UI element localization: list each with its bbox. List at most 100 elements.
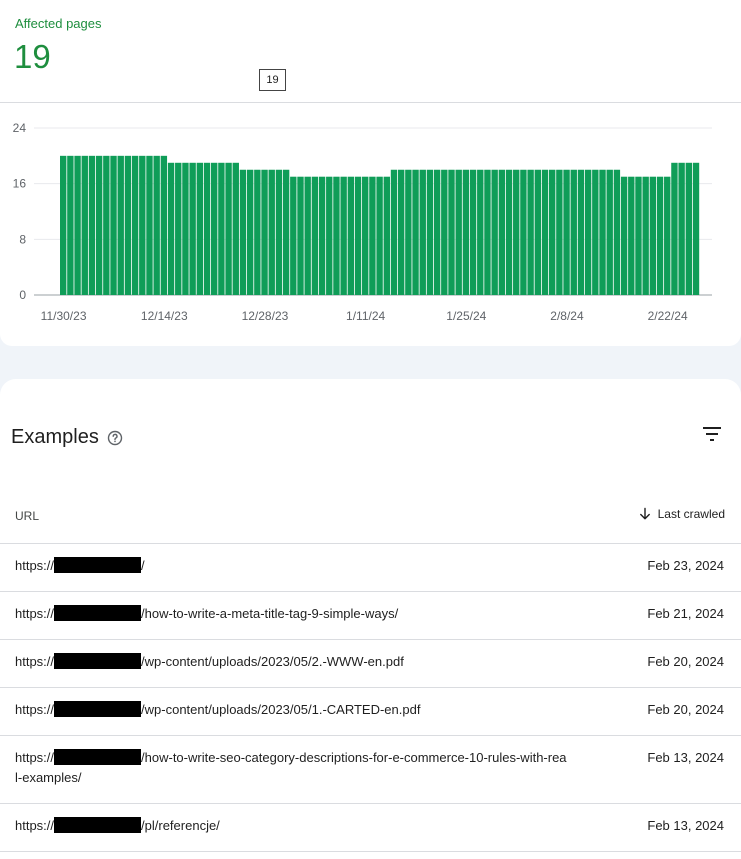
chart-bar[interactable] [685,162,693,295]
chart-bar[interactable] [541,169,549,295]
chart-bar[interactable] [211,162,218,295]
chart-bar[interactable] [664,176,671,295]
table-row[interactable]: https:// /pl/referencje/Feb 13, 2024 [0,804,741,852]
chart-bar[interactable] [426,169,434,295]
chart-bar[interactable] [441,169,448,295]
chart-bar[interactable] [678,162,685,295]
chart-bar[interactable] [635,176,642,295]
chart-bar[interactable] [290,176,297,295]
chart-bar[interactable] [455,169,462,295]
chart-bar[interactable] [218,162,225,295]
chart-bar[interactable] [548,169,556,295]
chart-bar[interactable] [153,155,160,295]
table-row[interactable]: https:// /how-to-write-a-meta-title-tag-9… [0,592,741,640]
chart-bar[interactable] [362,176,369,295]
chart-bar[interactable] [419,169,426,295]
chart-bar[interactable] [390,169,398,295]
chart-bar[interactable] [74,155,81,295]
chart-bar[interactable] [340,176,347,295]
chart-bar[interactable] [124,155,132,295]
chart-bar[interactable] [692,162,700,295]
chart-bar[interactable] [369,176,376,295]
chart-bar[interactable] [139,155,146,295]
chart-bar[interactable] [405,169,412,295]
chart-bar[interactable] [167,162,175,295]
chart-bar[interactable] [462,169,470,295]
chart-bar[interactable] [620,176,628,295]
chart-bar[interactable] [67,155,74,295]
chart-bar[interactable] [376,176,383,295]
table-row[interactable]: https:// / Feb 23, 2024 [0,544,741,592]
table-row[interactable]: https:// /how-to-write-seo-category-descr… [0,736,741,804]
chart-bar[interactable] [397,169,405,295]
chart-bar[interactable] [484,169,491,295]
chart-bar[interactable] [498,169,506,295]
chart-bar[interactable] [383,176,390,295]
chart-bar[interactable] [297,176,304,295]
chart-bar[interactable] [534,169,541,295]
chart-bar[interactable] [354,176,362,295]
chart-bar[interactable] [239,169,247,295]
chart-bar[interactable] [117,155,124,295]
chart-bar[interactable] [254,169,261,295]
chart-bar[interactable] [613,169,621,295]
x-tick-label: 2/22/24 [648,309,688,323]
url-path-continued: l-examples/ [15,770,82,785]
chart-bar[interactable] [275,169,283,295]
chart-bar[interactable] [527,169,534,295]
help-circle-icon[interactable] [107,430,123,446]
chart-bar[interactable] [412,169,419,295]
chart-bar[interactable] [232,162,239,295]
chart-bar[interactable] [570,169,577,295]
chart-bar[interactable] [433,169,441,295]
chart-bar[interactable] [469,169,477,295]
chart-bar[interactable] [282,169,290,295]
chart-bar[interactable] [268,169,275,295]
chart-bar[interactable] [584,169,592,295]
chart-bar[interactable] [196,162,204,295]
chart-bar[interactable] [577,169,585,295]
chart-bar[interactable] [318,176,326,295]
chart-bar[interactable] [225,162,232,295]
chart-bar[interactable] [347,176,355,295]
table-row[interactable]: https:// /wp-content/uploads/2023/05/1.-C… [0,688,741,736]
chart-bar[interactable] [606,169,613,295]
chart-bar[interactable] [311,176,319,295]
chart-bar[interactable] [160,155,168,295]
chart-bar[interactable] [95,155,103,295]
chart-bar[interactable] [146,155,153,295]
chart-bar[interactable] [656,176,664,295]
chart-bar[interactable] [592,169,599,295]
table-row[interactable]: https:// /wp-content/uploads/2023/05/2.-W… [0,640,741,688]
chart-bar[interactable] [563,169,570,295]
chart-bar[interactable] [448,169,455,295]
chart-bar[interactable] [326,176,333,295]
chart-bar[interactable] [642,176,649,295]
chart-bar[interactable] [513,169,520,295]
chart-bar[interactable] [333,176,340,295]
chart-bar[interactable] [88,155,96,295]
chart-bar[interactable] [599,169,606,295]
chart-bar[interactable] [110,155,117,295]
chart-bar[interactable] [556,169,563,295]
chart-bar[interactable] [628,176,635,295]
chart-bar[interactable] [649,176,657,295]
chart-bar[interactable] [304,176,311,295]
chart-bar[interactable] [491,169,498,295]
chart-bar[interactable] [131,155,139,295]
chart-bar[interactable] [189,162,196,295]
chart-bar[interactable] [671,162,678,295]
chart-bar[interactable] [477,169,484,295]
chart-bar[interactable] [261,169,268,295]
chart-bar[interactable] [505,169,513,295]
column-header-last-crawled[interactable]: Last crawled [638,507,725,521]
filter-icon[interactable] [700,422,724,446]
chart-bar[interactable] [203,162,211,295]
chart-bar[interactable] [60,155,67,295]
chart-bar[interactable] [175,162,182,295]
chart-bar[interactable] [246,169,254,295]
chart-bar[interactable] [182,162,189,295]
chart-bar[interactable] [520,169,527,295]
chart-bar[interactable] [81,155,88,295]
chart-bar[interactable] [103,155,110,295]
